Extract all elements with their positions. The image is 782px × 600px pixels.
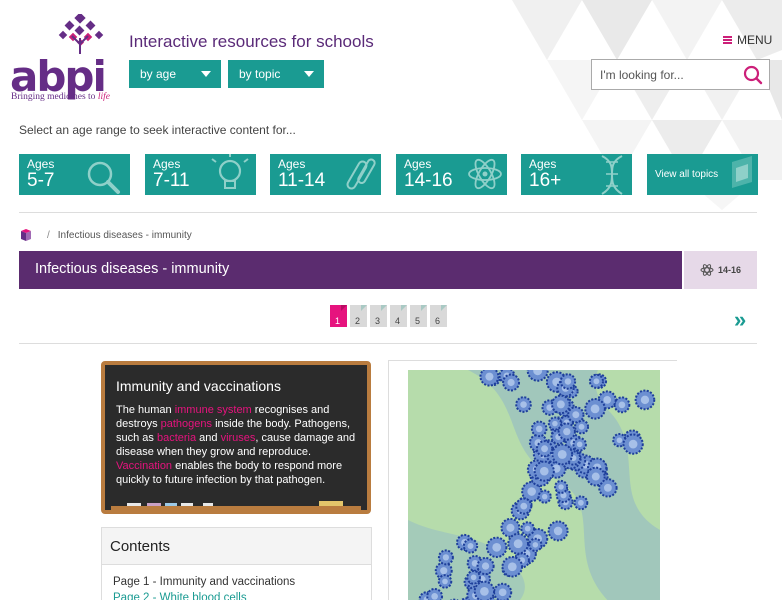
lightbulb-icon — [211, 154, 249, 189]
breadcrumb-current: Infectious diseases - immunity — [57, 229, 192, 241]
site-title: Interactive resources for schools — [129, 32, 374, 51]
dropdown-label: by age — [140, 67, 177, 81]
atom-icon — [700, 264, 714, 276]
image-panel — [388, 360, 677, 600]
caret-down-icon — [304, 71, 314, 77]
age-tile-range: 7-11 — [153, 170, 190, 191]
view-all-topics-label: View all topics — [655, 169, 719, 180]
home-cube-icon[interactable] — [19, 228, 33, 242]
logo-tagline: Bringing medicines to life — [11, 92, 110, 102]
atom-icon — [468, 158, 502, 190]
search-box — [591, 59, 770, 90]
age-tile-range: 11-14 — [278, 170, 326, 191]
page-4-button[interactable]: 4 — [390, 305, 407, 327]
by-topic-dropdown[interactable]: by topic — [228, 60, 324, 88]
viruses-link[interactable]: viruses — [221, 432, 256, 444]
menu-button[interactable]: MENU — [723, 33, 772, 47]
topic-banner: Infectious diseases - immunity — [19, 251, 682, 289]
double-chevron-right-icon[interactable]: » — [734, 307, 746, 333]
bacteria-link[interactable]: bacteria — [157, 432, 196, 444]
contents-list: Page 1 - Immunity and vaccinations Page … — [102, 565, 371, 600]
tree-logo-icon — [58, 14, 104, 54]
contents-item: Page 1 - Immunity and vaccinations — [113, 576, 296, 588]
immune-system-link[interactable]: immune system — [175, 404, 252, 416]
divider — [19, 343, 757, 344]
chalkboard-title: Immunity and vaccinations — [116, 378, 281, 394]
contents-panel: Contents Page 1 - Immunity and vaccinati… — [101, 527, 372, 600]
age-tile-range: 14-16 — [404, 170, 453, 191]
age-range-prompt: Select an age range to seek interactive … — [19, 123, 296, 137]
age-tile-label: Ages — [529, 157, 557, 171]
divider — [19, 212, 757, 213]
breadcrumb-separator: / — [47, 229, 50, 241]
age-tile-11-14[interactable]: Ages 11-14 — [270, 154, 381, 195]
age-tile-label: Ages — [404, 157, 432, 171]
page-6-button[interactable]: 6 — [430, 305, 447, 327]
pagination: 1 2 3 4 5 6 — [330, 305, 447, 327]
cube-icon — [732, 156, 752, 188]
caret-down-icon — [201, 71, 211, 77]
hamburger-icon — [723, 36, 732, 44]
page-5-button[interactable]: 5 — [410, 305, 427, 327]
breadcrumb: / Infectious diseases - immunity — [19, 228, 192, 242]
contents-item-link[interactable]: Page 2 - White blood cells — [113, 590, 360, 600]
abpi-logo[interactable]: abpi Bringing medicines to life — [10, 14, 110, 106]
pathogens-link[interactable]: pathogens — [161, 418, 212, 430]
age-tile-range: 16+ — [529, 170, 562, 191]
age-tile-5-7[interactable]: Ages 5-7 — [19, 154, 130, 195]
site-header: abpi Bringing medicines to life Interact… — [0, 0, 782, 110]
age-tile-label: Ages — [153, 157, 181, 171]
dna-icon — [601, 155, 623, 195]
chalkboard-text: The human immune system recognises and d… — [116, 404, 356, 486]
age-badge[interactable]: 14-16 — [684, 251, 757, 289]
chalkboard-panel: Immunity and vaccinations The human immu… — [101, 361, 371, 514]
magnifier-icon — [87, 161, 120, 194]
view-all-topics-tile[interactable]: View all topics — [647, 154, 758, 195]
age-tile-range: 5-7 — [27, 170, 55, 191]
age-tile-7-11[interactable]: Ages 7-11 — [145, 154, 256, 195]
age-badge-label: 14-16 — [717, 265, 742, 275]
page-2-button[interactable]: 2 — [350, 305, 367, 327]
age-tile-label: Ages — [278, 157, 306, 171]
age-tile-16-plus[interactable]: Ages 16+ — [521, 154, 632, 195]
dropdown-label: by topic — [239, 67, 281, 81]
search-input[interactable] — [592, 60, 732, 89]
contents-title: Contents — [102, 528, 371, 565]
page-3-button[interactable]: 3 — [370, 305, 387, 327]
vaccination-link[interactable]: Vaccination — [116, 460, 172, 472]
search-icon[interactable] — [742, 64, 764, 86]
test-tubes-icon — [346, 158, 376, 190]
virus-micrograph-image — [408, 370, 660, 600]
age-tile-14-16[interactable]: Ages 14-16 — [396, 154, 507, 195]
page-1-button[interactable]: 1 — [330, 305, 347, 327]
chalkboard-ledge — [111, 506, 361, 510]
menu-label: MENU — [737, 33, 773, 47]
age-tile-label: Ages — [27, 157, 55, 171]
by-age-dropdown[interactable]: by age — [129, 60, 221, 88]
page-title: Infectious diseases - immunity — [35, 261, 230, 277]
